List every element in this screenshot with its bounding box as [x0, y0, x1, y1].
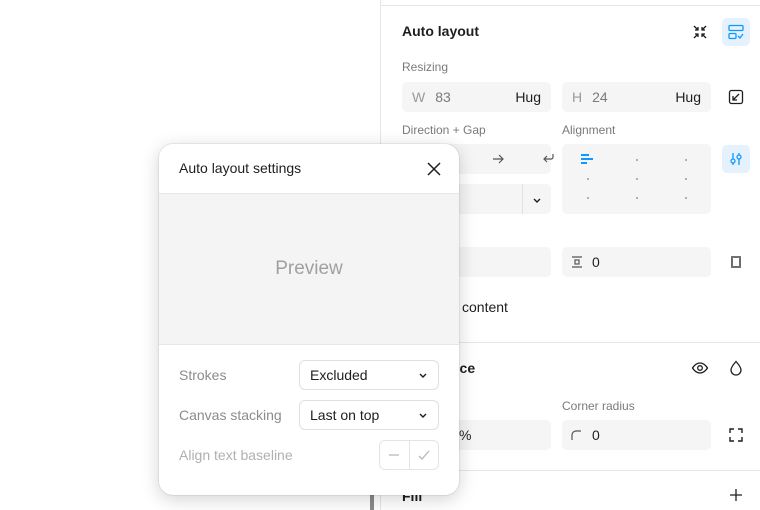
auto-layout-title: Auto layout — [402, 23, 479, 39]
chevron-down-icon — [419, 413, 427, 418]
direction-gap-label: Direction + Gap — [402, 123, 486, 137]
collapse-icon[interactable] — [686, 18, 714, 46]
canvas-stacking-value: Last on top — [310, 407, 380, 423]
chevron-down-icon — [533, 198, 541, 203]
align-text-baseline-label: Align text baseline — [179, 447, 293, 463]
corner-radius-label: Corner radius — [562, 399, 635, 413]
strokes-select[interactable]: Excluded — [299, 360, 439, 390]
height-prefix: H — [572, 89, 583, 105]
advanced-settings-icon[interactable] — [722, 145, 750, 173]
independent-corners-icon[interactable] — [722, 421, 750, 449]
height-mode[interactable]: Hug — [675, 89, 701, 105]
resizing-label: Resizing — [402, 60, 449, 74]
resize-to-fit-icon[interactable] — [722, 83, 750, 111]
chevron-down-icon — [419, 373, 427, 378]
corner-radius-icon — [571, 430, 581, 440]
alignment-label: Alignment — [562, 123, 616, 137]
divider — [381, 5, 760, 6]
clip-content-label: content — [462, 299, 508, 315]
wrap-icon — [543, 154, 554, 163]
eye-icon[interactable] — [686, 354, 714, 382]
check-icon[interactable] — [408, 441, 438, 469]
align-top-left-icon — [581, 154, 593, 164]
padding-vertical-field[interactable]: 0 — [562, 247, 711, 277]
corner-radius-field[interactable]: 0 — [562, 420, 711, 450]
canvas-stacking-select[interactable]: Last on top — [299, 400, 439, 430]
height-value: 24 — [592, 89, 608, 105]
dialog-title: Auto layout settings — [179, 160, 302, 176]
padding-vertical-icon — [572, 256, 582, 268]
corner-radius-value: 0 — [592, 427, 600, 443]
align-text-baseline-toggle[interactable] — [379, 440, 439, 470]
canvas-stacking-label: Canvas stacking — [179, 407, 282, 423]
width-mode[interactable]: Hug — [515, 89, 541, 105]
preview-text: Preview — [275, 258, 343, 279]
preview-area: Preview — [159, 193, 459, 345]
add-fill-icon[interactable] — [722, 481, 750, 509]
width-value: 83 — [435, 89, 451, 105]
alignment-grid[interactable] — [562, 144, 711, 214]
padding-vertical-value: 0 — [592, 254, 600, 270]
width-field[interactable]: W 83 Hug — [402, 82, 551, 112]
individual-padding-icon[interactable] — [722, 248, 750, 276]
height-field[interactable]: H 24 Hug — [562, 82, 711, 112]
auto-layout-toggle-icon[interactable] — [722, 18, 750, 46]
width-prefix: W — [412, 89, 426, 105]
auto-layout-settings-dialog: Auto layout settings Preview Strokes Exc… — [159, 144, 459, 495]
opacity-value: % — [459, 427, 472, 443]
blend-mode-icon[interactable] — [722, 354, 750, 382]
strokes-value: Excluded — [310, 367, 368, 383]
strokes-label: Strokes — [179, 367, 227, 383]
dash-icon[interactable] — [380, 441, 409, 469]
arrow-right-icon — [493, 154, 504, 164]
close-icon[interactable] — [423, 158, 445, 180]
